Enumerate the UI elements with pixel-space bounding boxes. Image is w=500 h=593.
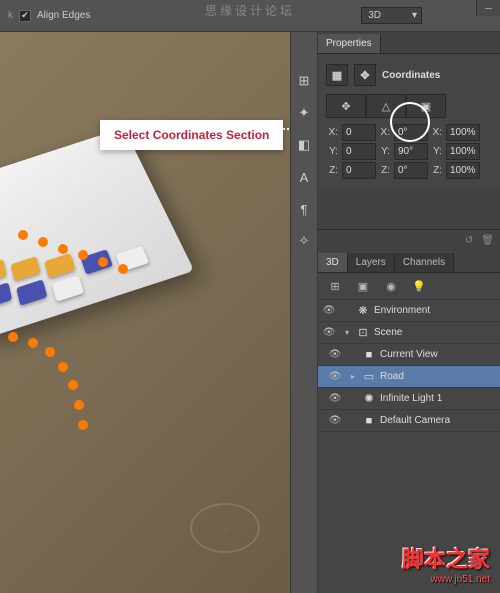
reset-icon[interactable]: ↺ bbox=[465, 235, 473, 246]
window-controls: ─ bbox=[476, 0, 500, 16]
visibility-toggle[interactable]: 👁 bbox=[324, 349, 346, 360]
tool-text[interactable]: A bbox=[295, 168, 313, 186]
tool-1[interactable]: ⊞ bbox=[295, 72, 313, 90]
light-icon: ✺ bbox=[360, 392, 378, 405]
mesh-icon[interactable]: ▦ bbox=[326, 64, 348, 86]
credit-watermark: 脚本之家 www.jb51.net bbox=[402, 542, 490, 585]
visibility-toggle[interactable]: 👁 bbox=[318, 327, 340, 338]
rot-z-input[interactable] bbox=[394, 162, 428, 179]
channels-tab[interactable]: Channels bbox=[395, 253, 454, 272]
layers-tab[interactable]: Layers bbox=[348, 253, 395, 272]
visibility-toggle[interactable]: 👁 bbox=[324, 393, 346, 404]
filter-mesh-icon[interactable]: ▣ bbox=[352, 277, 374, 295]
rot-y-input[interactable] bbox=[394, 143, 428, 160]
pos-y-input[interactable] bbox=[342, 143, 376, 160]
logo-watermark: ○ bbox=[190, 503, 260, 553]
tool-wand[interactable]: ✧ bbox=[295, 232, 313, 250]
coordinates-title: Coordinates bbox=[382, 70, 440, 81]
align-edges-label: Align Edges bbox=[37, 10, 90, 21]
layer-environment[interactable]: 👁 ❋ Environment bbox=[318, 300, 500, 322]
coords-icon[interactable]: ✥ bbox=[354, 64, 376, 86]
layer-default-camera[interactable]: 👁 ■ Default Camera bbox=[318, 410, 500, 432]
tool-2[interactable]: ✦ bbox=[295, 104, 313, 122]
pos-z-input[interactable] bbox=[342, 162, 376, 179]
visibility-toggle[interactable]: 👁 bbox=[318, 305, 340, 316]
rot-x-input[interactable] bbox=[394, 124, 428, 141]
coordinates-grid: X: X: X: Y: Y: Y: Z: Z: Z: bbox=[326, 124, 492, 179]
properties-panel: ▦ ✥ Coordinates ✥ △ ▣ X: X: X: Y: Y: Y: … bbox=[318, 54, 500, 189]
tool-paragraph[interactable]: ¶ bbox=[295, 200, 313, 218]
canvas-area[interactable]: ○ Select Coordinates Section bbox=[0, 32, 290, 593]
layer-current-view[interactable]: 👁 ■ Current View bbox=[318, 344, 500, 366]
scale-x-input[interactable] bbox=[446, 124, 480, 141]
trash-icon[interactable]: 🗑 bbox=[481, 235, 494, 246]
scale-y-input[interactable] bbox=[446, 143, 480, 160]
annotation-callout: Select Coordinates Section bbox=[100, 120, 283, 150]
watermark-text: 思缘设计论坛 bbox=[205, 2, 295, 19]
visibility-toggle[interactable]: 👁 bbox=[324, 371, 346, 382]
minimize-button[interactable]: ─ bbox=[476, 0, 500, 16]
scale-z-input[interactable] bbox=[446, 162, 480, 179]
properties-footer: ↺ 🗑 bbox=[318, 229, 500, 251]
scene-icon: ⊡ bbox=[354, 326, 372, 339]
calculator-photo bbox=[0, 128, 194, 341]
properties-tabs: Properties bbox=[318, 32, 500, 54]
layer-scene[interactable]: 👁▾ ⊡ Scene bbox=[318, 322, 500, 344]
mesh-icon: ▭ bbox=[360, 370, 378, 383]
filter-material-icon[interactable]: ◉ bbox=[380, 277, 402, 295]
scale-mode-icon[interactable]: ▣ bbox=[406, 94, 446, 118]
filter-light-icon[interactable]: 💡 bbox=[408, 277, 430, 295]
layer-road[interactable]: 👁▸ ▭ Road bbox=[318, 366, 500, 388]
tool-strip: ⊞ ✦ ◧ A ¶ ✧ bbox=[290, 32, 318, 593]
camera-icon: ■ bbox=[360, 415, 378, 427]
camera-icon: ■ bbox=[360, 349, 378, 361]
tool-3[interactable]: ◧ bbox=[295, 136, 313, 154]
properties-tab[interactable]: Properties bbox=[318, 34, 381, 53]
rotate-mode-icon[interactable]: △ bbox=[366, 94, 406, 118]
pos-x-input[interactable] bbox=[342, 124, 376, 141]
align-edges-checkbox[interactable]: ✔ bbox=[19, 10, 31, 22]
visibility-toggle[interactable]: 👁 bbox=[324, 415, 346, 426]
filter-scene-icon[interactable]: ⊞ bbox=[324, 277, 346, 295]
environment-icon: ❋ bbox=[354, 304, 372, 317]
move-mode-icon[interactable]: ✥ bbox=[326, 94, 366, 118]
layer-infinite-light[interactable]: 👁 ✺ Infinite Light 1 bbox=[318, 388, 500, 410]
workspace-selector[interactable]: 3D bbox=[361, 7, 422, 24]
3d-tab[interactable]: 3D bbox=[318, 253, 348, 272]
3d-tabs: 3D Layers Channels bbox=[318, 251, 500, 273]
